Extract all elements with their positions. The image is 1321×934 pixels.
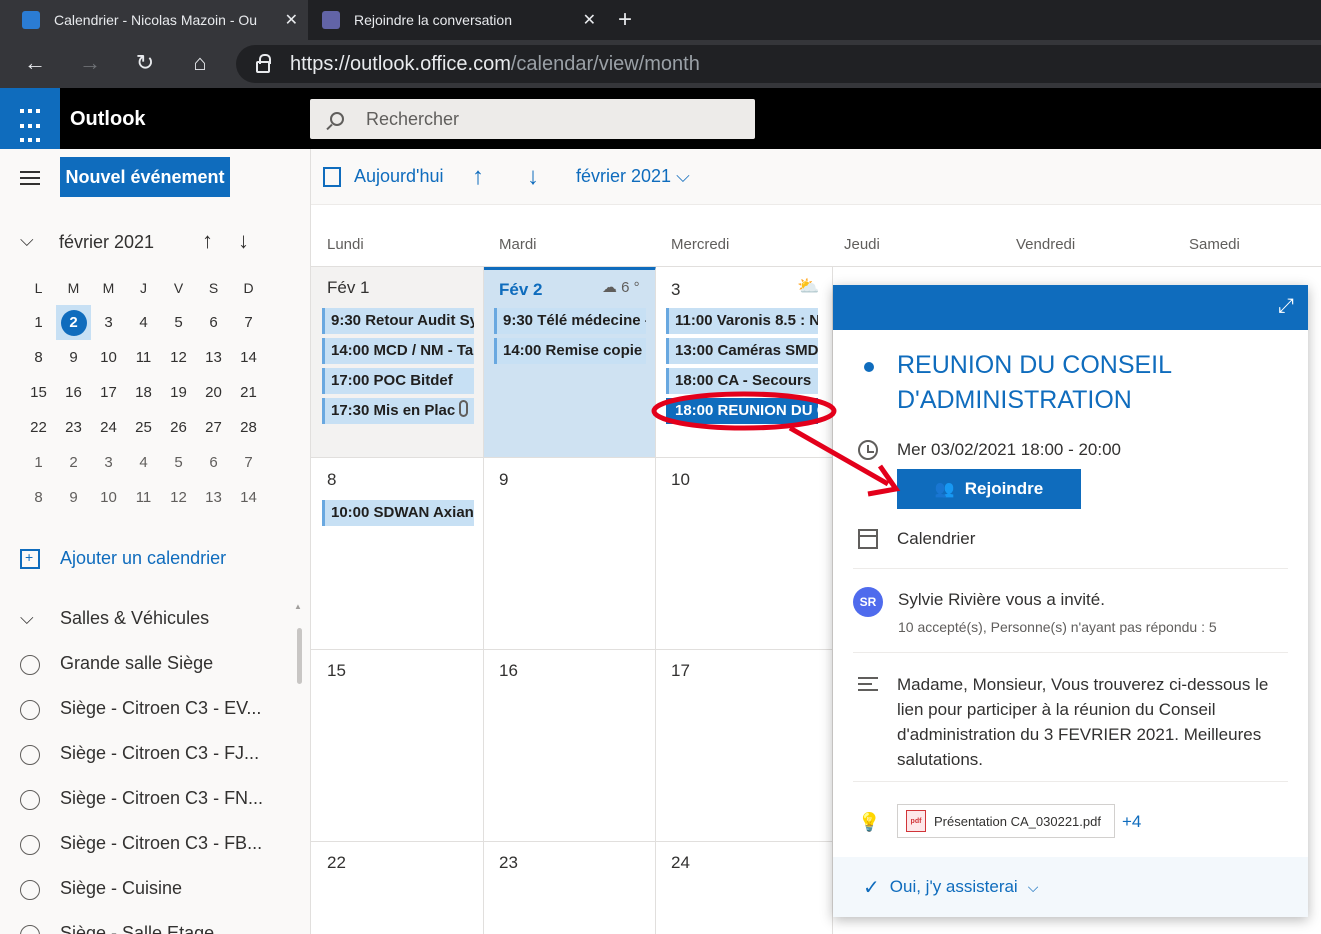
annotation-arrow-line bbox=[788, 425, 890, 487]
annotation-circle bbox=[651, 391, 837, 431]
annotation-overlay bbox=[651, 391, 901, 497]
